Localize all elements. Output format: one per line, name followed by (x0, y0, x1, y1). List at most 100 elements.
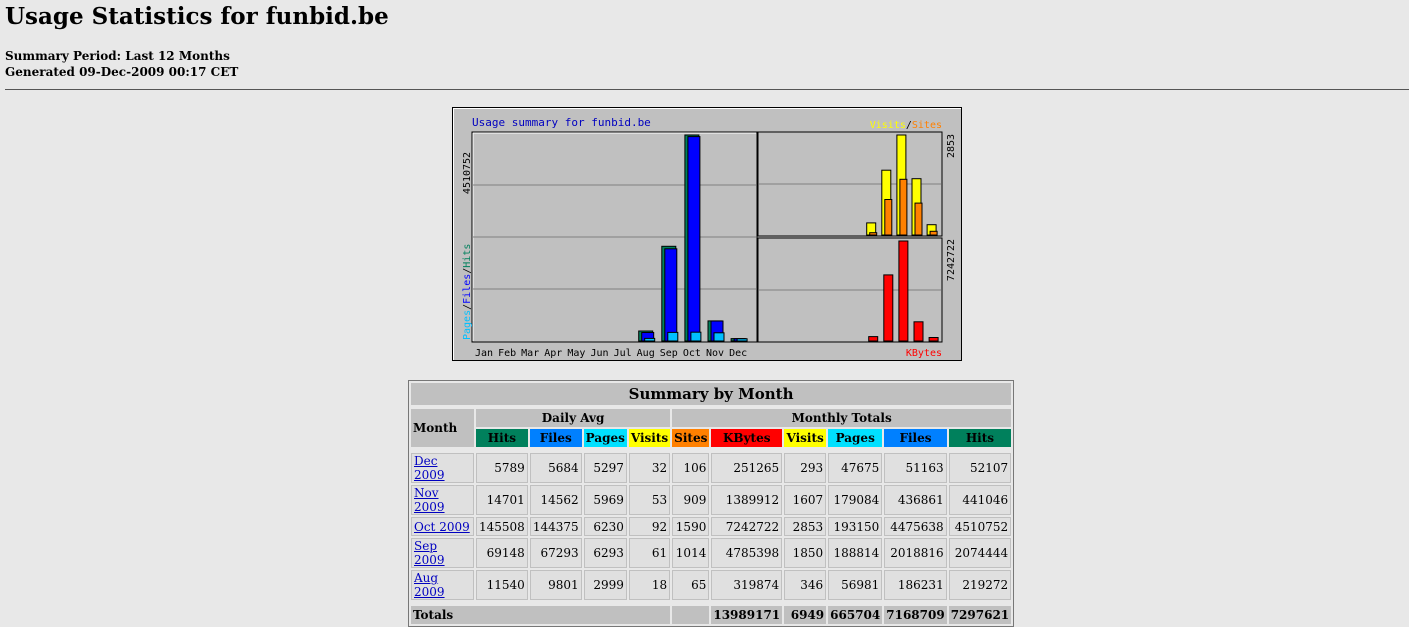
legend-files: Files (462, 274, 473, 304)
visits-cell: 2853 (784, 517, 827, 536)
visits-cell: 1607 (784, 485, 827, 515)
daily-hits-cell: 14701 (476, 485, 528, 515)
generated-date: Generated 09-Dec-2009 00:17 CET (5, 65, 239, 79)
chart-svg: Usage summary for funbid.be Visits/Sites… (453, 108, 961, 360)
month-link[interactable]: Dec 2009 (414, 454, 445, 482)
chart-title: Usage summary for funbid.be (472, 116, 651, 129)
month-link[interactable]: Aug 2009 (414, 571, 445, 599)
horizontal-rule (5, 89, 1409, 90)
month-cell: Dec 2009 (411, 453, 474, 483)
month-cell: Aug 2009 (411, 570, 474, 600)
legend-hits: Hits (462, 244, 473, 268)
month-label-nov: Nov (706, 348, 724, 359)
bar-files-sep (664, 248, 678, 342)
table-title: Summary by Month (411, 383, 1012, 405)
sites-cell: 106 (672, 453, 710, 483)
bar-sites-nov (914, 202, 923, 236)
month-header: Month (411, 409, 474, 447)
daily-files-header: Files (529, 429, 582, 447)
visits-sites-legend: Visits/Sites (870, 120, 942, 131)
summary-period: Summary Period: Last 12 Months (5, 49, 230, 63)
month-cell: Sep 2009 (411, 538, 474, 568)
bar-kbytes-aug (868, 336, 879, 342)
files-cell: 186231 (884, 570, 947, 600)
bar-kbytes-oct (898, 240, 909, 342)
kbytes-cell: 7242722 (711, 517, 783, 536)
bar-sites-dec (929, 230, 938, 236)
month-link[interactable]: Nov 2009 (414, 486, 445, 514)
hits-axis-legend: Pages/Files/Hits (462, 244, 473, 340)
files-header: Files (884, 429, 947, 447)
kbytes-label: KBytes (906, 348, 942, 359)
kbytes-header: KBytes (711, 429, 783, 447)
month-link[interactable]: Sep 2009 (414, 539, 445, 567)
totals-files-cell: 7168709 (884, 606, 947, 624)
kbytes-axis-max: 7242722 (946, 239, 957, 281)
pages-cell: 179084 (828, 485, 883, 515)
page-title: Usage Statistics for funbid.be (5, 3, 389, 30)
daily-visits-cell: 32 (628, 453, 671, 483)
usage-summary-chart: Usage summary for funbid.be Visits/Sites… (452, 107, 962, 361)
hits-cell: 219272 (948, 570, 1012, 600)
table-row: Dec 2009 5789 5684 5297 32 106 251265 29… (411, 453, 1012, 483)
hits-axis-max: 4510752 (462, 152, 473, 194)
bar-files-oct (687, 136, 701, 342)
pages-header: Pages (828, 429, 883, 447)
daily-files-cell: 144375 (529, 517, 582, 536)
month-label-jul: Jul (614, 348, 632, 359)
pages-cell: 188814 (828, 538, 883, 568)
visits-cell: 346 (784, 570, 827, 600)
table-row: Nov 2009 14701 14562 5969 53 909 1389912… (411, 485, 1012, 515)
pages-cell: 47675 (828, 453, 883, 483)
month-label-mar: Mar (521, 348, 539, 359)
bar-kbytes-dec (928, 337, 939, 342)
month-cell: Nov 2009 (411, 485, 474, 515)
totals-pages-cell: 665704 (828, 606, 883, 624)
daily-hits-cell: 69148 (476, 538, 528, 568)
pages-cell: 56981 (828, 570, 883, 600)
hits-header: Hits (948, 429, 1012, 447)
legend-pages: Pages (462, 310, 473, 340)
month-label-aug: Aug (637, 348, 655, 359)
daily-visits-header: Visits (628, 429, 671, 447)
table-row: Sep 2009 69148 67293 6293 61 1014 478539… (411, 538, 1012, 568)
sites-cell: 65 (672, 570, 710, 600)
legend-visits: Visits (870, 120, 906, 131)
daily-pages-cell: 6293 (583, 538, 627, 568)
daily-visits-cell: 61 (628, 538, 671, 568)
bar-pages-sep (667, 331, 679, 342)
bar-pages-nov (713, 332, 725, 342)
daily-pages-cell: 6230 (583, 517, 627, 536)
kbytes-cell: 319874 (711, 570, 783, 600)
bar-sites-sep (884, 199, 893, 236)
bar-pages-aug (644, 337, 656, 342)
legend-sites: Sites (912, 120, 942, 131)
month-link[interactable]: Oct 2009 (414, 520, 470, 534)
hits-cell: 4510752 (948, 517, 1012, 536)
pages-cell: 193150 (828, 517, 883, 536)
daily-files-cell: 67293 (529, 538, 582, 568)
files-cell: 51163 (884, 453, 947, 483)
month-label-feb: Feb (498, 348, 516, 359)
bar-pages-oct (690, 331, 702, 342)
month-cell: Oct 2009 (411, 517, 474, 536)
daily-hits-cell: 145508 (476, 517, 528, 536)
daily-files-cell: 14562 (529, 485, 582, 515)
hits-cell: 52107 (948, 453, 1012, 483)
hits-cell: 441046 (948, 485, 1012, 515)
daily-pages-cell: 5297 (583, 453, 627, 483)
daily-hits-header: Hits (476, 429, 528, 447)
daily-files-cell: 9801 (529, 570, 582, 600)
month-label-jun: Jun (590, 348, 608, 359)
totals-label: Totals (411, 606, 671, 624)
month-label-dec: Dec (729, 348, 747, 359)
month-label-may: May (567, 348, 585, 359)
bar-sites-oct (899, 178, 908, 236)
totals-row: Totals 13989171 6949 665704 7168709 7297… (411, 606, 1012, 624)
daily-files-cell: 5684 (529, 453, 582, 483)
table-row: Oct 2009 145508 144375 6230 92 1590 7242… (411, 517, 1012, 536)
totals-hits-cell: 7297621 (948, 606, 1012, 624)
sites-cell: 1590 (672, 517, 710, 536)
kbytes-cell: 4785398 (711, 538, 783, 568)
bar-pages-dec (736, 338, 748, 342)
